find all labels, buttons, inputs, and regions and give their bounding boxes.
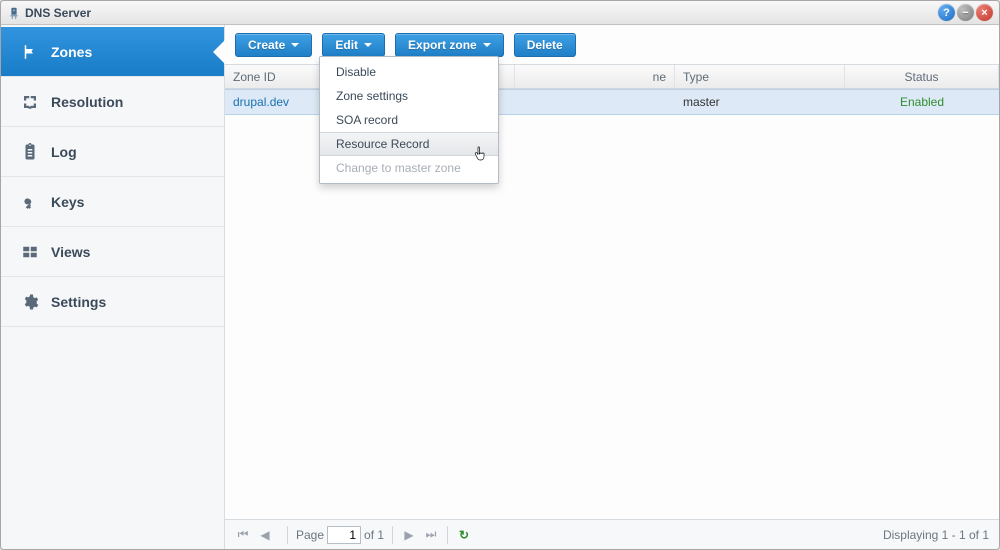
page-prev-icon[interactable]: ◀ — [257, 528, 273, 542]
sidebar-item-label: Keys — [51, 194, 84, 210]
minimize-icon[interactable]: − — [957, 4, 974, 21]
cell-type: master — [675, 90, 845, 114]
clipboard-icon — [19, 143, 41, 161]
titlebar: DNS Server ? − × — [1, 1, 999, 25]
application-window: DNS Server ? − × Zones Resolution — [0, 0, 1000, 550]
edit-menu: Disable Zone settings SOA record Resourc… — [319, 56, 499, 184]
sidebar-item-label: Resolution — [51, 94, 123, 110]
flag-icon — [19, 43, 41, 61]
button-label: Export zone — [408, 38, 477, 52]
close-icon[interactable]: × — [976, 4, 993, 21]
resolution-icon — [19, 93, 41, 111]
export-zone-button[interactable]: Export zone — [395, 33, 504, 57]
menu-item-change-master: Change to master zone — [320, 156, 498, 180]
key-icon — [19, 193, 41, 211]
edit-button[interactable]: Edit — [322, 33, 385, 57]
separator — [447, 526, 448, 544]
menu-item-resource-record[interactable]: Resource Record — [320, 132, 498, 156]
menu-item-disable[interactable]: Disable — [320, 60, 498, 84]
page-first-icon[interactable]: ⏮ — [235, 527, 251, 542]
chevron-down-icon — [364, 43, 372, 47]
app-icon — [7, 6, 21, 20]
sidebar-item-label: Views — [51, 244, 90, 260]
page-next-icon[interactable]: ▶ — [401, 528, 417, 542]
chevron-down-icon — [291, 43, 299, 47]
page-input[interactable] — [327, 526, 361, 544]
sidebar: Zones Resolution Log Keys — [1, 25, 225, 549]
sidebar-item-log[interactable]: Log — [1, 127, 224, 177]
button-label: Edit — [335, 38, 358, 52]
sidebar-item-label: Settings — [51, 294, 106, 310]
column-status[interactable]: Status — [845, 65, 999, 88]
separator — [392, 526, 393, 544]
sidebar-item-views[interactable]: Views — [1, 227, 224, 277]
chevron-down-icon — [483, 43, 491, 47]
sidebar-item-keys[interactable]: Keys — [1, 177, 224, 227]
menu-item-soa-record[interactable]: SOA record — [320, 108, 498, 132]
cursor-pointer-icon — [474, 144, 490, 164]
sidebar-item-label: Log — [51, 144, 77, 160]
column-type[interactable]: Type — [675, 65, 845, 88]
cell-domain — [515, 90, 675, 114]
sidebar-item-zones[interactable]: Zones — [1, 27, 224, 77]
delete-button[interactable]: Delete — [514, 33, 576, 57]
refresh-icon[interactable]: ↻ — [456, 528, 472, 542]
button-label: Create — [248, 38, 285, 52]
cell-status: Enabled — [845, 90, 999, 114]
page-of: of 1 — [364, 528, 384, 542]
zone-link[interactable]: drupal.dev — [233, 95, 289, 109]
create-button[interactable]: Create — [235, 33, 312, 57]
views-icon — [19, 243, 41, 261]
column-domain[interactable]: ne — [515, 65, 675, 88]
page-last-icon[interactable]: ⏭ — [423, 527, 439, 542]
sidebar-item-label: Zones — [51, 44, 92, 60]
paging-bar: ⏮ ◀ Page of 1 ▶ ⏭ ↻ Displaying 1 - 1 of … — [225, 519, 999, 549]
menu-item-zone-settings[interactable]: Zone settings — [320, 84, 498, 108]
sidebar-item-resolution[interactable]: Resolution — [1, 77, 224, 127]
button-label: Delete — [527, 38, 563, 52]
separator — [287, 526, 288, 544]
paging-display: Displaying 1 - 1 of 1 — [883, 528, 989, 542]
sidebar-item-settings[interactable]: Settings — [1, 277, 224, 327]
help-icon[interactable]: ? — [938, 4, 955, 21]
main-panel: Create Edit Export zone Delete Zone ID n… — [225, 25, 999, 549]
app-title: DNS Server — [25, 6, 91, 20]
gear-icon — [19, 293, 41, 311]
page-label: Page — [296, 528, 324, 542]
